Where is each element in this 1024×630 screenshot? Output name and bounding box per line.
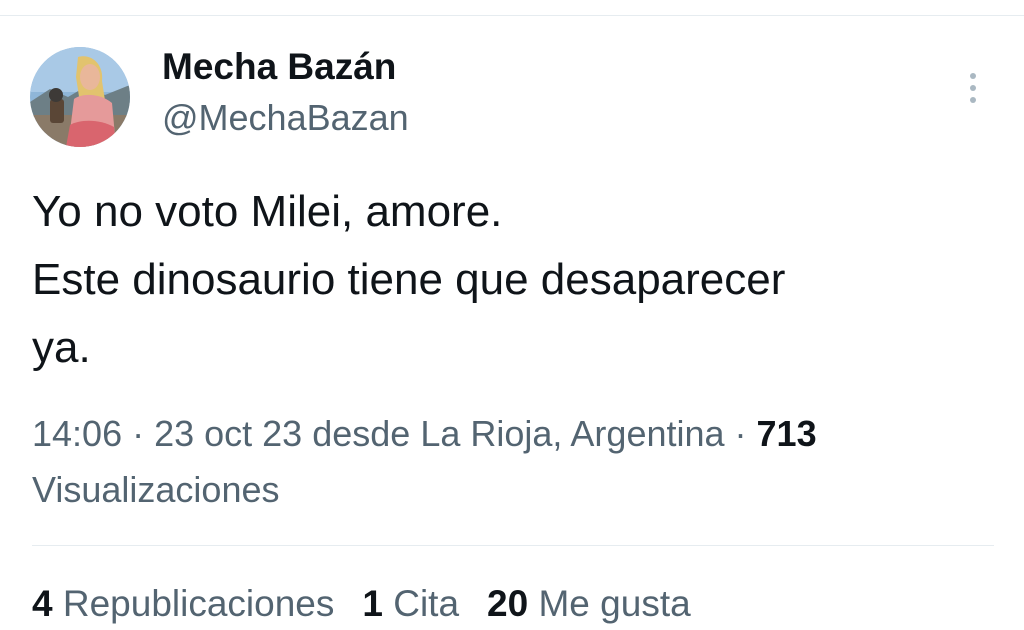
reposts-count: 4 — [32, 583, 53, 624]
author-block[interactable]: Mecha Bazán @MechaBazan — [162, 42, 409, 144]
more-dot — [970, 97, 976, 103]
tweet-text-line: ya. — [32, 323, 91, 372]
profile-photo-icon — [30, 47, 130, 147]
engagement-stats: 4 Republicaciones 1 Cita 20 Me gusta — [32, 578, 1012, 630]
views-count: 713 — [756, 413, 817, 454]
tweet-location: desde La Rioja, Argentina — [312, 413, 725, 454]
views-label: Visualizaciones — [32, 469, 280, 510]
author-name[interactable]: Mecha Bazán — [162, 42, 409, 92]
likes-label: Me gusta — [538, 583, 691, 624]
stats-divider — [32, 545, 994, 546]
tweet-text: Yo no voto Milei, amore. Este dinosaurio… — [32, 178, 992, 382]
quotes-stat[interactable]: 1 Cita — [362, 578, 459, 630]
avatar[interactable] — [30, 47, 130, 147]
tweet-date[interactable]: 23 oct 23 — [154, 413, 302, 454]
meta-separator: · — [122, 413, 155, 454]
likes-count: 20 — [487, 583, 529, 624]
tweet-text-line: Este dinosaurio tiene que desaparecer — [32, 255, 786, 304]
tweet-meta: 14:06 · 23 oct 23 desde La Rioja, Argent… — [32, 406, 997, 518]
tweet-text-line: Yo no voto Milei, amore. — [32, 187, 503, 236]
more-dot — [970, 85, 976, 91]
more-dot — [970, 73, 976, 79]
quotes-label: Cita — [393, 583, 460, 624]
likes-stat[interactable]: 20 Me gusta — [487, 578, 691, 630]
meta-separator: · — [724, 413, 757, 454]
tweet-time[interactable]: 14:06 — [32, 413, 122, 454]
quotes-count: 1 — [362, 583, 383, 624]
reposts-stat[interactable]: 4 Republicaciones — [32, 578, 334, 630]
reposts-label: Republicaciones — [62, 583, 335, 624]
author-handle[interactable]: @MechaBazan — [162, 92, 409, 144]
top-divider — [0, 15, 1024, 16]
more-vertical-icon[interactable] — [955, 68, 991, 108]
